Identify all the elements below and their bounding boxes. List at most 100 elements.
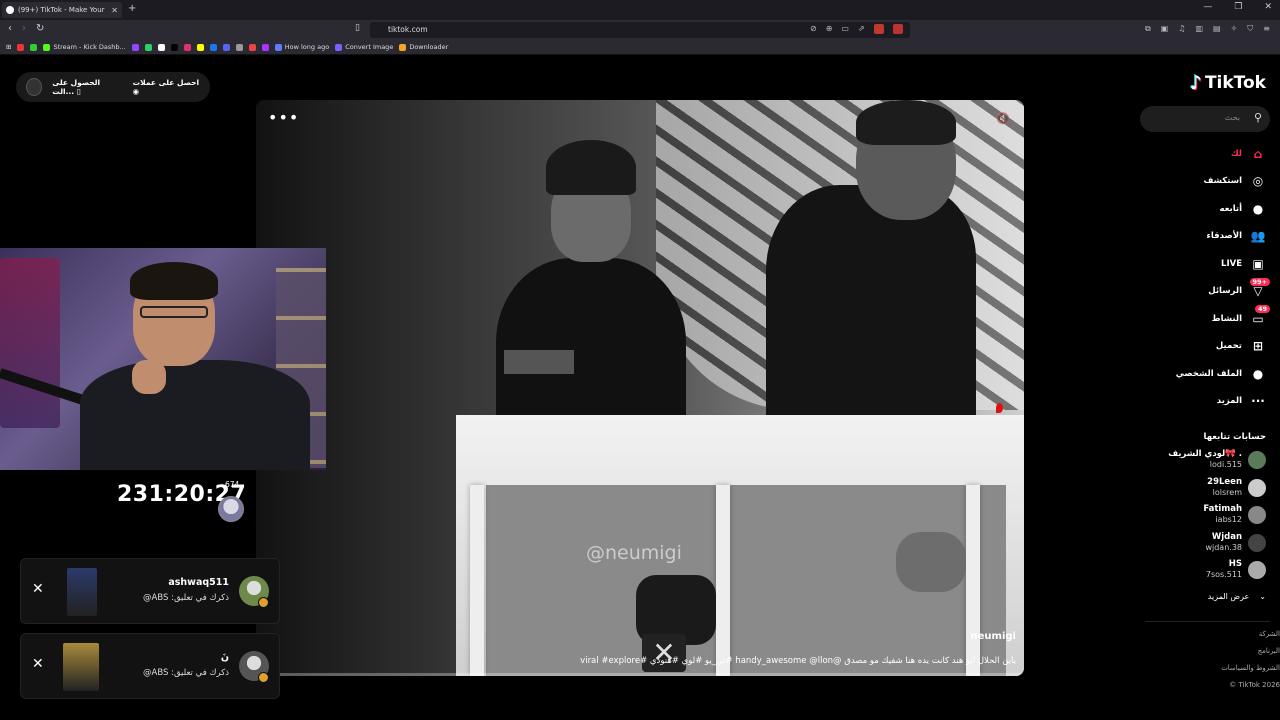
rewards-icon[interactable] [892,24,903,34]
new-tab-button[interactable]: + [128,3,136,14]
bookmark-item[interactable]: Convert Image [335,43,393,51]
bookmark-icon [399,43,407,51]
sidebar-toggle-icon[interactable]: ▥ [1195,24,1203,34]
following-account[interactable]: لودي الشريف🎀 . lodi.515 [1146,448,1266,472]
music-icon[interactable]: ♫ [1178,24,1185,34]
maximize-button[interactable]: ❐ [1234,2,1242,12]
footer-link[interactable]: البرنامج [1258,647,1280,655]
video-player[interactable]: ✕ @neumigi ••• 🔇 neumigi يابن الحلال ابو… [256,100,1024,676]
volume-icon[interactable]: 🔇 [996,112,1010,125]
sidebar-item-home[interactable]: لك ⌂ [1146,140,1266,168]
bookmark-item[interactable] [157,43,165,51]
bookmark-item[interactable] [30,43,38,51]
bookmarks-bar: ⊞ Stream - Kick Dashb... How long ago Conv… [0,40,1280,55]
minimize-button[interactable]: — [1203,2,1212,12]
menu-icon[interactable]: ≡ [1263,24,1270,34]
account-avatar [1248,506,1266,524]
search-input[interactable]: بحث ⚲ [1140,106,1270,132]
sidebar-item-more[interactable]: المزيد ··· [1146,388,1266,416]
video-more-button[interactable]: ••• [268,108,299,127]
notification-card[interactable]: ✕ نَ ذكرك في تعليق: ABS@ [20,633,280,699]
footer-link[interactable]: © TikTok 2026 [1229,681,1280,689]
home-icon: ⌂ [1253,146,1263,161]
extensions-icon[interactable]: ⧉ [1145,24,1151,34]
sidebar-item-upload[interactable]: تحميل ⊞ [1146,333,1266,361]
tiktok-page: الحصول على الت... ▯ احصل على عملات ◉ ✕ @… [0,56,1280,720]
sidebar-item-label: LIVE [1221,258,1242,269]
browser-navbar: ‹ › ↻ ▯ tiktok.com ⊘ ⊕ ▭ ⇗ ⧉ ▣ ♫ ▥ ▤ ✧ ⛉… [0,20,1280,40]
bookmark-icon[interactable]: ▯ [355,23,360,33]
back-icon[interactable]: ‹ [8,23,12,34]
reader-icon[interactable]: ⊘ [810,24,817,34]
following-account[interactable]: 29Leen lolsrem [1146,476,1266,500]
bookmark-item[interactable] [235,43,243,51]
see-more-button[interactable]: عرض المزيد ⌄ [1208,592,1266,601]
logo-text: TikTok [1204,73,1266,93]
tab-close-icon[interactable]: ✕ [111,6,118,15]
account-name: HS [1228,559,1242,569]
footer-link[interactable]: الشركة [1259,630,1280,638]
activity-icon: ▭ [1252,311,1264,326]
bookmark-item[interactable]: How long ago [274,43,329,51]
notification-card[interactable]: ✕ ashwaq511 ذكرك في تعليق: ABS@ [20,558,280,624]
notification-thumbnail [67,568,97,616]
bookmark-icon [43,43,51,51]
following-account[interactable]: Wjdan wjdan.38 [1146,531,1266,555]
get-app-link[interactable]: الحصول على الت... ▯ [52,78,122,96]
sidebar-item-live[interactable]: LIVE ▣ [1146,250,1266,278]
account-handle: 7sos.511 [1205,570,1242,579]
bookmark-item[interactable] [131,43,139,51]
bookmark-item[interactable]: Downloader [399,43,448,51]
bookmark-icon [183,43,191,51]
bookmark-item[interactable] [144,43,152,51]
screenshot-icon[interactable]: ▣ [1161,24,1169,34]
close-icon[interactable]: ✕ [32,581,44,597]
browser-toolbar-right: ⧉ ▣ ♫ ▥ ▤ ✧ ⛉ ≡ [1145,24,1270,34]
zoom-icon[interactable]: ⊕ [826,24,833,34]
notification-message: ذكرك في تعليق: ABS@ [143,668,229,678]
following-account[interactable]: HS 7sos.511 [1146,558,1266,582]
bookmark-item[interactable] [170,43,178,51]
vpn-icon[interactable]: ⛉ [1247,24,1253,34]
brave-shield-icon[interactable] [873,24,884,34]
notification-badge: 49 [1254,305,1270,313]
wallet-icon[interactable]: ▤ [1213,24,1221,34]
close-icon[interactable]: ✕ [32,656,44,672]
user-avatar[interactable] [26,78,43,96]
sidebar-item-profile[interactable]: الملف الشخصي ● [1146,360,1266,388]
apps-grid-icon[interactable]: ⊞ [6,43,11,51]
bookmark-item[interactable] [222,43,230,51]
share-icon[interactable]: ⇗ [858,24,865,34]
bookmark-item[interactable] [261,43,269,51]
sidebar-item-compass[interactable]: استكشف ◎ [1146,168,1266,196]
footer-link[interactable]: الشروط والسياسات [1221,664,1280,672]
bookmark-item[interactable] [209,43,217,51]
sidebar-item-following[interactable]: أتابعه ● [1146,195,1266,223]
tiktok-logo[interactable]: ♪ TikTok [1190,72,1266,94]
search-icon[interactable]: ⚲ [1254,111,1262,124]
chevron-down-icon: ⌄ [1259,592,1266,601]
forward-icon[interactable]: › [22,23,26,34]
reload-icon[interactable]: ↻ [36,23,44,34]
window-controls: — ❐ ✕ [1203,2,1272,12]
close-window-button[interactable]: ✕ [1264,2,1272,12]
bookmark-item[interactable] [248,43,256,51]
ai-icon[interactable]: ✧ [1231,24,1238,34]
following-account[interactable]: Fatimah iabs12 [1146,503,1266,527]
bookmark-item[interactable] [183,43,191,51]
sidebar-item-messages[interactable]: الرسائل ▽ 99+ [1146,277,1270,306]
get-coins-link[interactable]: احصل على عملات ◉ [133,78,200,96]
profile-icon: ● [1252,366,1264,381]
tiktok-note-icon: ♪ [1189,72,1202,94]
browser-tab[interactable]: (99+) TikTok - Make Your Day ✕ [2,2,122,18]
video-progress-bar[interactable] [256,673,1024,676]
sidebar-item-activity[interactable]: النشاط ▭ 49 [1146,305,1270,333]
sidebar-item-friends[interactable]: الأصدقاء 👥 [1146,223,1266,251]
video-author[interactable]: neumigi [971,631,1016,642]
bookmark-item[interactable] [196,43,204,51]
bookmark-item[interactable]: Stream - Kick Dashb... [43,43,126,51]
screen-icon[interactable]: ▭ [841,24,849,34]
bookmark-item[interactable] [17,43,25,51]
tiktok-favicon-icon [6,6,14,14]
more-icon: ··· [1251,394,1265,409]
